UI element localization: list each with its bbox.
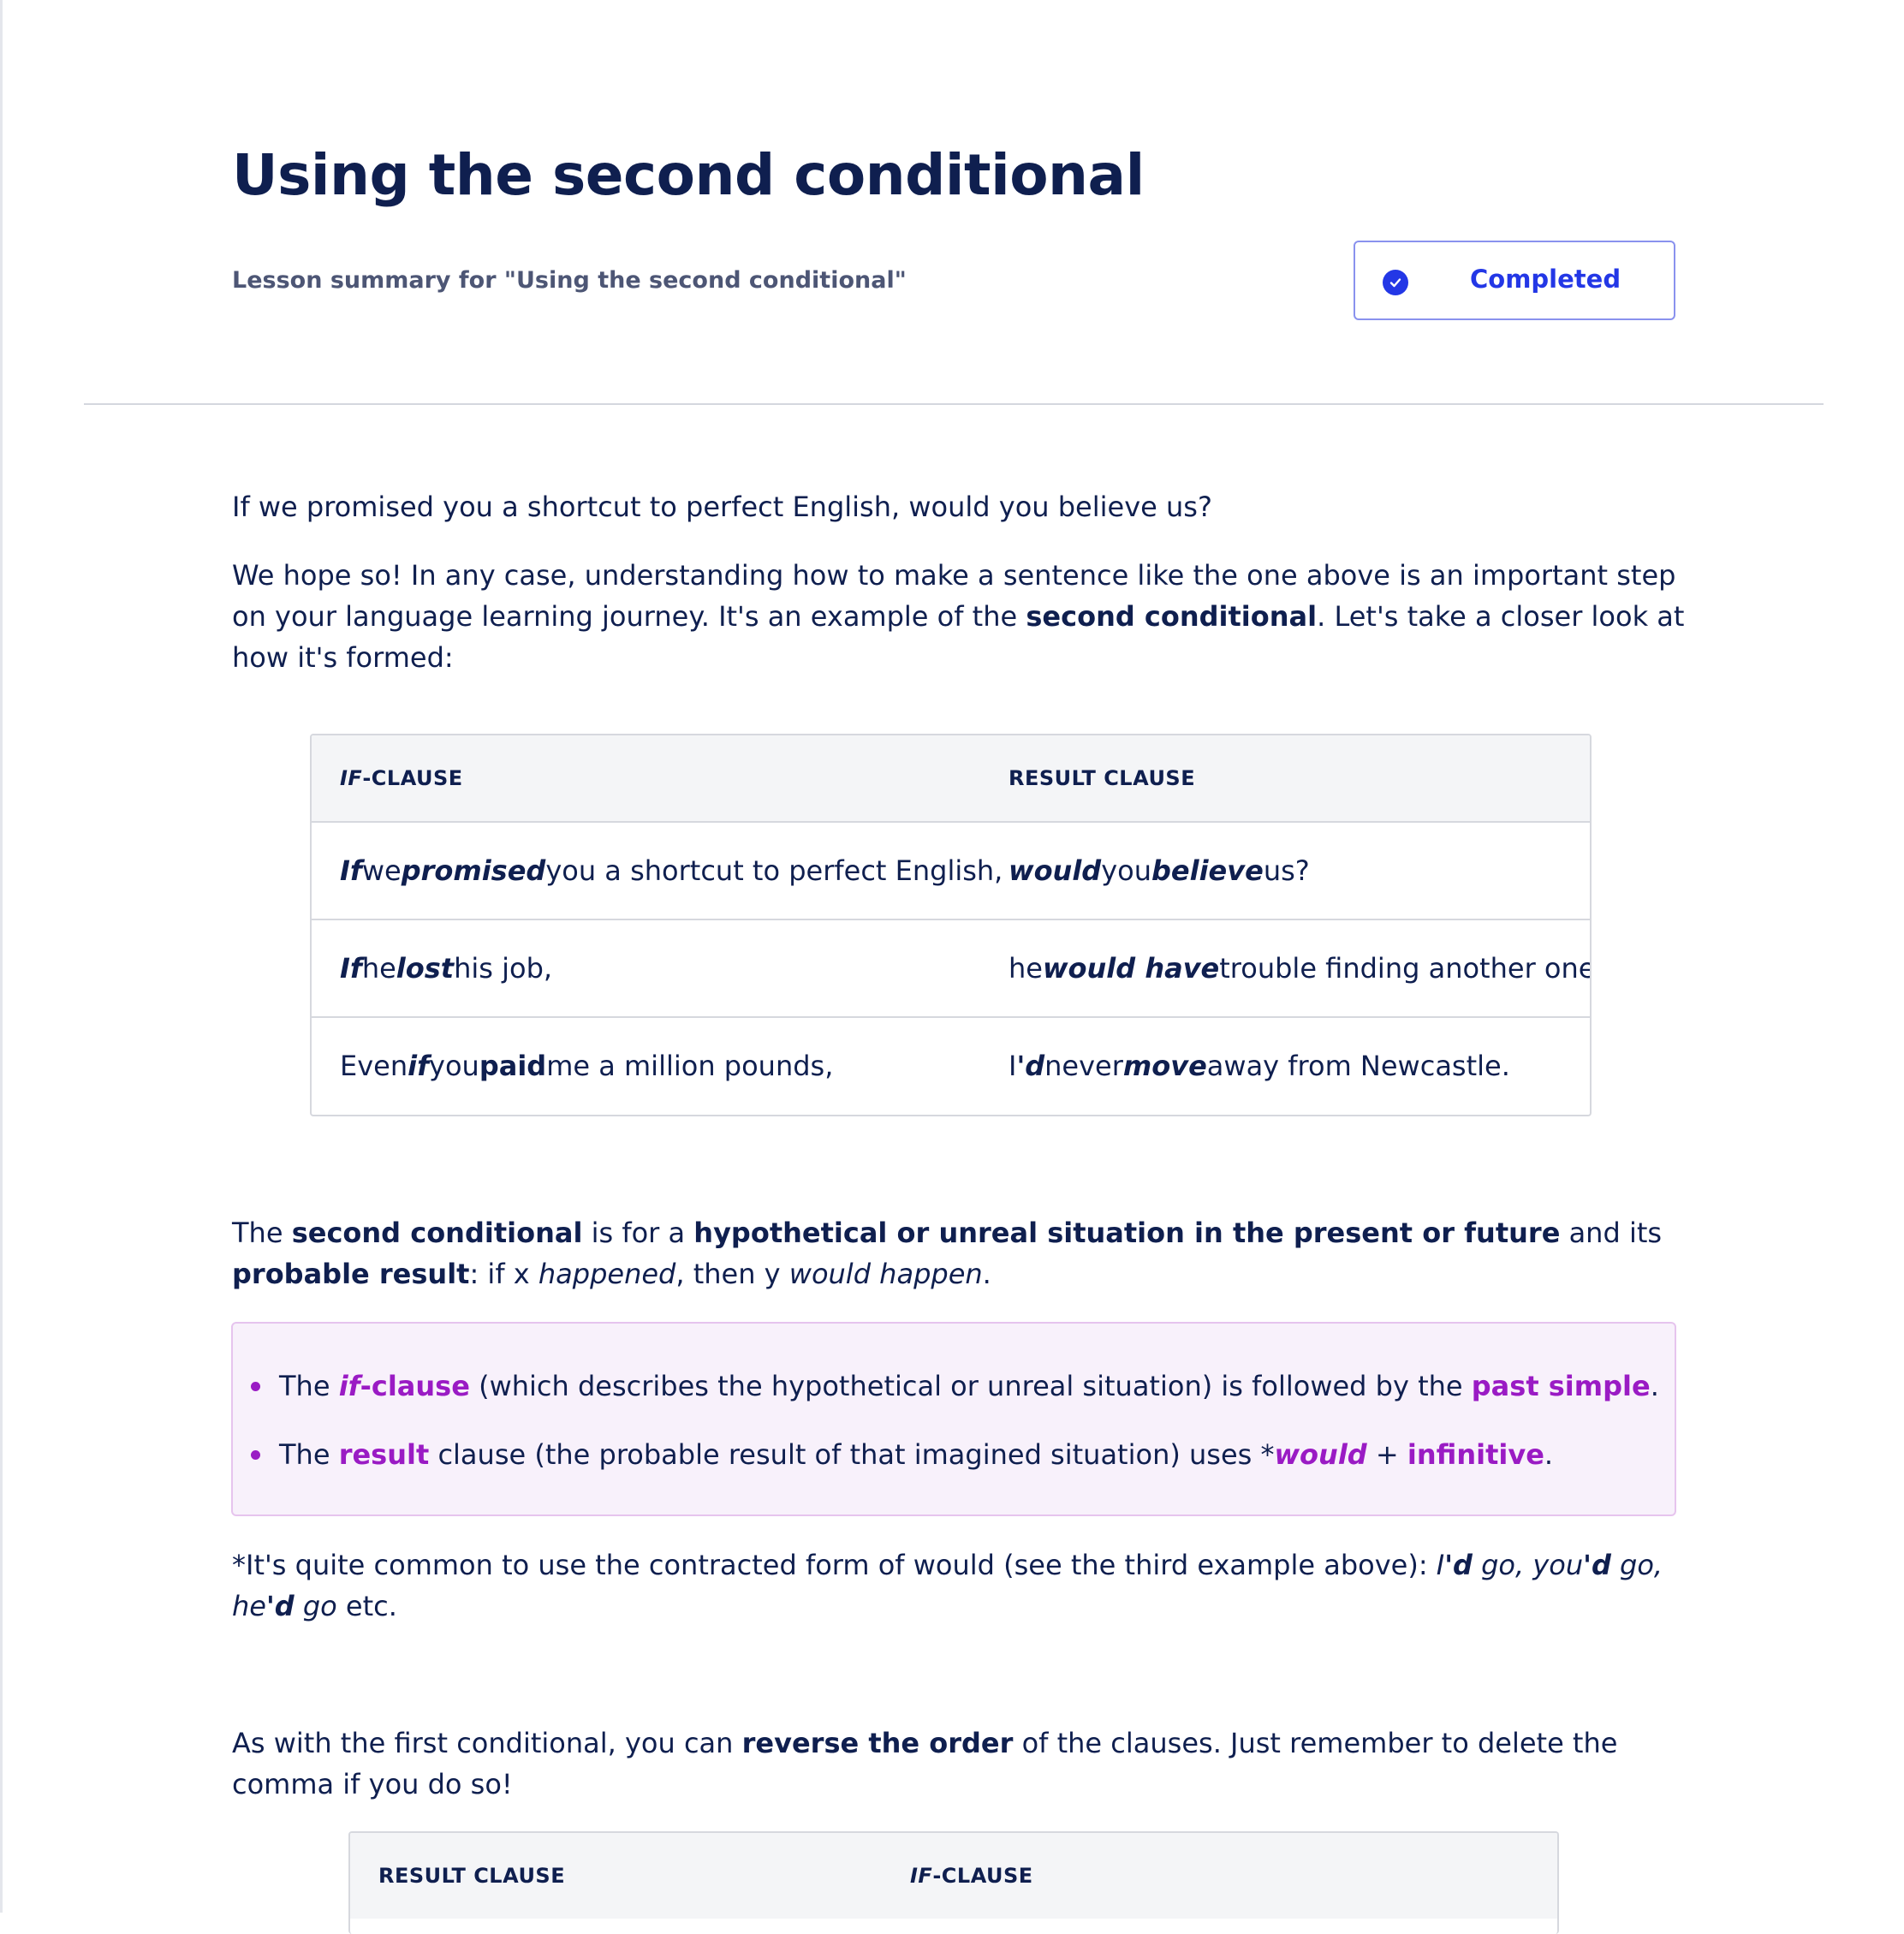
text-fragment: The bbox=[279, 1438, 339, 1471]
text-fragment: clause (the probable result of that imag… bbox=[429, 1438, 1275, 1471]
list-item: The result clause (the probable result o… bbox=[251, 1434, 1554, 1475]
text-fragment: As with the first conditional, you can bbox=[232, 1727, 742, 1759]
text-fragment: happened bbox=[538, 1258, 676, 1290]
text-fragment: second conditional bbox=[1026, 600, 1318, 633]
text-fragment: etc. bbox=[336, 1590, 397, 1622]
text-fragment: , then y bbox=[675, 1258, 789, 1290]
text-fragment: he bbox=[361, 952, 396, 985]
text-fragment: IF bbox=[910, 1864, 933, 1888]
text-fragment: go, you bbox=[1472, 1549, 1584, 1581]
text-fragment: believe bbox=[1151, 854, 1264, 887]
text-fragment: reverse the order bbox=[741, 1727, 1014, 1759]
bullet-icon bbox=[251, 1382, 260, 1391]
text-fragment: go bbox=[294, 1590, 337, 1622]
text-fragment: trouble finding another one. bbox=[1219, 952, 1592, 985]
result-clause-cell: he would have trouble finding another on… bbox=[1009, 920, 1592, 1016]
header-if-clause: IF -CLAUSE bbox=[340, 735, 463, 821]
header-divider bbox=[84, 403, 1824, 405]
list-item: The if-clause (which describes the hypot… bbox=[251, 1366, 1659, 1407]
text-fragment: infinitive bbox=[1407, 1438, 1544, 1471]
page-title: Using the second conditional bbox=[232, 142, 1145, 208]
table-header-row: IF -CLAUSE RESULT CLAUSE bbox=[312, 735, 1590, 821]
text-fragment: never bbox=[1044, 1050, 1123, 1082]
intro-question: If we promised you a shortcut to perfect… bbox=[232, 491, 1212, 523]
grammar-callout: The if-clause (which describes the hypot… bbox=[231, 1322, 1676, 1516]
text-fragment: result bbox=[338, 1438, 430, 1471]
if-clause-cell: If we promised you a shortcut to perfect… bbox=[340, 823, 1003, 919]
text-fragment: would have bbox=[1042, 952, 1220, 985]
table-row: Even if you paid me a million pounds, I '… bbox=[312, 1016, 1590, 1114]
result-clause-cell: would you believe us? bbox=[1009, 823, 1310, 919]
text-fragment: I bbox=[1436, 1549, 1445, 1581]
text-fragment: would happen bbox=[788, 1258, 983, 1290]
text-fragment: move bbox=[1122, 1050, 1207, 1082]
text-fragment: second conditional bbox=[291, 1217, 583, 1249]
text-fragment: you a shortcut to perfect English, bbox=[545, 854, 1003, 887]
text-fragment: would bbox=[1274, 1438, 1367, 1471]
explanation-paragraph: The second conditional is for a hypothet… bbox=[232, 1212, 1687, 1294]
text-fragment: you bbox=[429, 1050, 479, 1082]
lesson-subtitle: Lesson summary for "Using the second con… bbox=[232, 267, 907, 294]
text-fragment: . bbox=[982, 1258, 991, 1290]
text-fragment: if bbox=[408, 1050, 430, 1082]
contraction-footnote: *It's quite common to use the contracted… bbox=[232, 1544, 1687, 1627]
text-fragment: : if x bbox=[469, 1258, 538, 1290]
text-fragment: IF bbox=[340, 766, 363, 790]
lesson-page: Using the second conditional Lesson summ… bbox=[0, 0, 1904, 1934]
header-if-clause: IF -CLAUSE bbox=[910, 1833, 1033, 1919]
text-fragment: 'd bbox=[1444, 1549, 1473, 1581]
text-fragment: -CLAUSE bbox=[932, 1864, 1033, 1888]
text-fragment: me a million pounds, bbox=[546, 1050, 834, 1082]
text-fragment: paid bbox=[479, 1050, 547, 1082]
text-fragment: you bbox=[1101, 854, 1151, 887]
text-fragment: . bbox=[1650, 1370, 1659, 1402]
header-result-clause: RESULT CLAUSE bbox=[1009, 766, 1196, 790]
text-fragment: 'd bbox=[1583, 1549, 1611, 1581]
check-circle-icon bbox=[1383, 270, 1408, 295]
text-fragment: *It's quite common to use the contracted… bbox=[232, 1549, 1437, 1581]
result-clause-cell: I'd never move away from Newcastle. bbox=[1009, 1018, 1510, 1114]
text-fragment: -clause bbox=[360, 1370, 470, 1402]
text-fragment: his job, bbox=[454, 952, 553, 985]
text-fragment: we bbox=[361, 854, 402, 887]
table-row: If we promised you a shortcut to perfect… bbox=[312, 821, 1590, 919]
text-fragment: probable result bbox=[232, 1258, 470, 1290]
intro-paragraph: We hope so! In any case, understanding h… bbox=[232, 555, 1687, 678]
text-fragment: If bbox=[340, 952, 362, 985]
text-fragment: would bbox=[1009, 854, 1102, 887]
bullet-icon bbox=[251, 1450, 260, 1460]
text-fragment: If bbox=[340, 854, 362, 887]
table-header-row: RESULT CLAUSE IF -CLAUSE bbox=[350, 1833, 1557, 1919]
conditional-table: IF -CLAUSE RESULT CLAUSE If we promised y… bbox=[310, 734, 1592, 1116]
completed-button-label: Completed bbox=[1470, 265, 1621, 294]
text-fragment: lost bbox=[396, 952, 455, 985]
reversed-conditional-table: RESULT CLAUSE IF -CLAUSE bbox=[348, 1831, 1559, 1934]
text-fragment: 'd bbox=[1016, 1050, 1045, 1082]
text-fragment: (which describes the hypothetical or unr… bbox=[469, 1370, 1472, 1402]
text-fragment: + bbox=[1366, 1438, 1407, 1471]
text-fragment: is for a bbox=[582, 1217, 694, 1249]
text-fragment: . bbox=[1544, 1438, 1554, 1471]
reverse-order-paragraph: As with the first conditional, you can r… bbox=[232, 1723, 1687, 1805]
text-fragment: he bbox=[1009, 952, 1043, 985]
table-row: If he lost his job, he would have troubl… bbox=[312, 919, 1590, 1016]
if-clause-cell: If he lost his job, bbox=[340, 920, 552, 1016]
text-fragment: away from Newcastle. bbox=[1206, 1050, 1510, 1082]
completed-button[interactable]: Completed bbox=[1354, 241, 1675, 320]
text-fragment: The bbox=[232, 1217, 292, 1249]
header-result-clause: RESULT CLAUSE bbox=[378, 1864, 566, 1888]
text-fragment: The bbox=[279, 1370, 339, 1402]
if-clause-cell: Even if you paid me a million pounds, bbox=[340, 1018, 833, 1114]
text-fragment: I bbox=[1009, 1050, 1017, 1082]
text-fragment: hypothetical or unreal situation in the … bbox=[693, 1217, 1561, 1249]
text-fragment: Even bbox=[340, 1050, 408, 1082]
text-fragment: -CLAUSE bbox=[362, 766, 463, 790]
text-fragment: if bbox=[338, 1370, 360, 1402]
text-fragment: and its bbox=[1560, 1217, 1663, 1249]
text-fragment: promised bbox=[401, 854, 546, 887]
text-fragment: 'd bbox=[265, 1590, 295, 1622]
text-fragment: past simple bbox=[1471, 1370, 1651, 1402]
text-fragment: us? bbox=[1263, 854, 1310, 887]
